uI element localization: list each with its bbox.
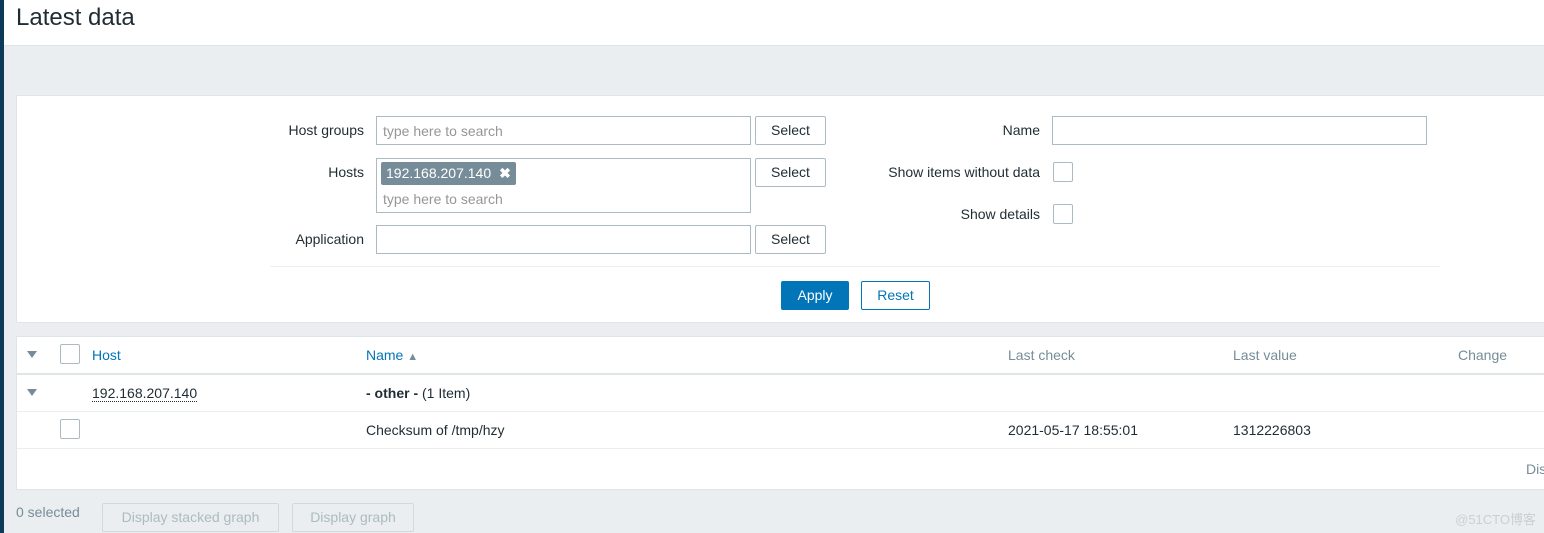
application-select-button[interactable]: Select bbox=[755, 225, 826, 254]
group-name-label: - other - bbox=[366, 385, 419, 401]
table-row: Checksum of /tmp/hzy 2021-05-17 18:55:01… bbox=[17, 412, 1544, 449]
column-host[interactable]: Host bbox=[92, 347, 121, 363]
show-without-data-checkbox[interactable] bbox=[1053, 162, 1073, 182]
application-input[interactable] bbox=[376, 225, 751, 254]
column-change: Change bbox=[1458, 347, 1508, 363]
show-details-label: Show details bbox=[960, 206, 1040, 222]
name-input[interactable] bbox=[1052, 116, 1427, 145]
selected-count: 0 selected bbox=[16, 504, 80, 520]
column-name[interactable]: Name ▲ bbox=[366, 347, 418, 363]
group-row: 192.168.207.140 - other - (1 Item) bbox=[17, 375, 1544, 412]
item-last-check: 2021-05-17 18:55:01 bbox=[1008, 422, 1138, 438]
application-label: Application bbox=[295, 231, 365, 247]
table-header: Host Name ▲ Last check Last value Change bbox=[17, 337, 1544, 375]
column-last-check: Last check bbox=[1008, 347, 1075, 363]
item-last-value: 1312226803 bbox=[1233, 422, 1311, 438]
collapse-group-icon[interactable] bbox=[27, 389, 37, 396]
sort-asc-icon: ▲ bbox=[407, 351, 419, 363]
hosts-search-placeholder: type here to search bbox=[383, 191, 503, 207]
sidebar-edge bbox=[0, 0, 4, 533]
host-groups-select-button[interactable]: Select bbox=[755, 116, 826, 145]
group-count: (1 Item) bbox=[422, 385, 471, 401]
host-tag-label: 192.168.207.140 bbox=[386, 165, 492, 181]
page-title: Latest data bbox=[16, 4, 135, 31]
latest-data-table: Host Name ▲ Last check Last value Change… bbox=[16, 336, 1544, 490]
row-checkbox[interactable] bbox=[60, 419, 80, 439]
reset-button[interactable]: Reset bbox=[861, 281, 930, 310]
collapse-all-icon[interactable] bbox=[27, 351, 37, 358]
hosts-select-button[interactable]: Select bbox=[755, 158, 826, 187]
item-name: Checksum of /tmp/hzy bbox=[366, 422, 505, 438]
group-name: - other - (1 Item) bbox=[366, 385, 470, 401]
hosts-input[interactable]: 192.168.207.140 ✖ type here to search bbox=[376, 158, 751, 213]
apply-button[interactable]: Apply bbox=[781, 281, 849, 310]
table-footer-text: Dis bbox=[1526, 461, 1544, 477]
hosts-label: Hosts bbox=[328, 164, 364, 180]
show-details-checkbox[interactable] bbox=[1053, 204, 1073, 224]
host-groups-label: Host groups bbox=[288, 122, 364, 138]
name-label: Name bbox=[1002, 122, 1040, 138]
host-link[interactable]: 192.168.207.140 bbox=[92, 385, 198, 402]
page-header: Latest data bbox=[4, 0, 1544, 46]
host-tag: 192.168.207.140 ✖ bbox=[381, 162, 516, 185]
filter-panel: Host groups type here to search Select H… bbox=[16, 95, 1544, 323]
column-last-value: Last value bbox=[1233, 347, 1297, 363]
display-stacked-graph-button[interactable]: Display stacked graph bbox=[102, 503, 279, 532]
filter-divider bbox=[270, 266, 1440, 267]
host-groups-input[interactable]: type here to search bbox=[376, 116, 751, 145]
watermark: @51CTO博客 bbox=[1455, 512, 1536, 527]
display-graph-button[interactable]: Display graph bbox=[292, 503, 414, 532]
remove-tag-icon[interactable]: ✖ bbox=[499, 165, 511, 181]
select-all-checkbox[interactable] bbox=[60, 344, 80, 364]
show-without-data-label: Show items without data bbox=[888, 164, 1040, 180]
column-name-label: Name bbox=[366, 347, 404, 363]
